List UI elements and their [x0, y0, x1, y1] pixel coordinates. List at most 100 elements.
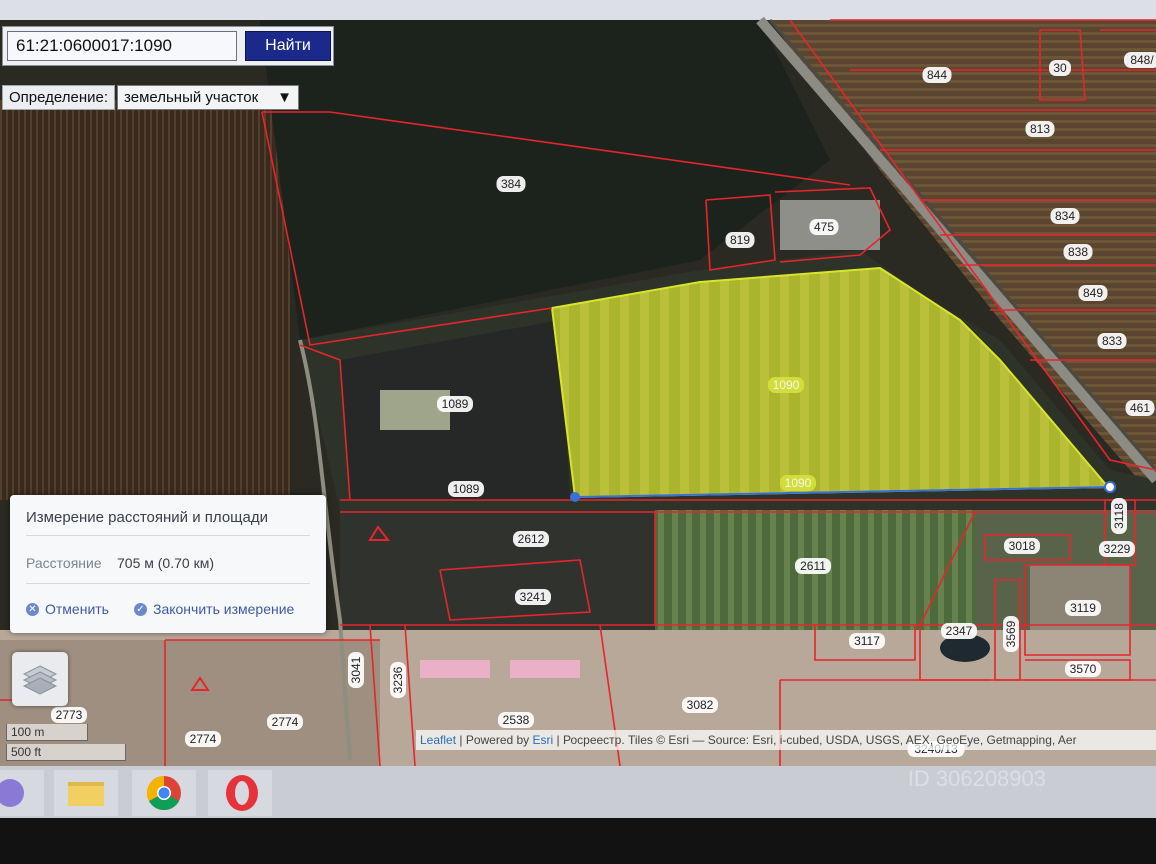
parcel-label-844[interactable]: 844 [922, 67, 952, 83]
cancel-measurement-button[interactable]: ✕ Отменить [26, 601, 109, 617]
parcel-label-2773[interactable]: 2773 [51, 707, 87, 723]
svg-text:30: 30 [1053, 61, 1067, 75]
svg-text:3236: 3236 [391, 666, 405, 693]
watermark: ID 306208903 [907, 766, 1046, 791]
svg-text:2612: 2612 [518, 532, 545, 546]
svg-text:2611: 2611 [800, 559, 826, 573]
parcel-label-2612[interactable]: 2612 [513, 531, 549, 547]
svg-text:838: 838 [1068, 245, 1088, 259]
svg-text:3569: 3569 [1004, 620, 1018, 647]
parcel-label-3018[interactable]: 3018 [1004, 538, 1040, 554]
parcel-label-3229[interactable]: 3229 [1099, 541, 1135, 557]
parcel-label-475[interactable]: 475 [809, 219, 839, 235]
divider [26, 535, 310, 536]
finish-measurement-button[interactable]: ✓ Закончить измерение [134, 601, 294, 617]
parcel-label-813[interactable]: 813 [1025, 121, 1055, 137]
parcel-label-2774[interactable]: 2774 [267, 714, 303, 730]
parcel-label-833[interactable]: 833 [1097, 333, 1127, 349]
svg-text:1089: 1089 [453, 482, 480, 496]
measure-start-point [570, 492, 580, 502]
screen-bezel [0, 818, 1156, 864]
attribution-powered: | Powered by [456, 733, 533, 747]
find-button[interactable]: Найти [245, 31, 331, 61]
esri-link[interactable]: Esri [533, 733, 554, 747]
distance-label: Расстояние [26, 555, 102, 571]
svg-text:3041: 3041 [349, 656, 363, 683]
svg-text:834: 834 [1055, 209, 1075, 223]
parcel-label-3117[interactable]: 3117 [849, 633, 885, 649]
layers-icon [22, 665, 58, 695]
svg-text:3018: 3018 [1009, 539, 1036, 553]
svg-text:1090: 1090 [785, 476, 812, 490]
map-attribution: Leaflet | Powered by Esri | Росреестр. T… [416, 730, 1156, 750]
parcel-label-3041[interactable]: 3041 [348, 652, 364, 688]
layers-button[interactable] [12, 652, 68, 706]
finish-label: Закончить измерение [153, 601, 295, 617]
parcel-label-2774[interactable]: 2774 [185, 731, 221, 747]
svg-text:2347: 2347 [946, 624, 973, 638]
taskbar-app-icon[interactable] [0, 770, 44, 816]
definition-label: Определение: [2, 84, 116, 110]
svg-text:833: 833 [1102, 334, 1122, 348]
parcel-label-849[interactable]: 849 [1078, 285, 1108, 301]
cadastral-number-input[interactable] [7, 31, 237, 61]
svg-text:1089: 1089 [442, 397, 469, 411]
parcel-label-2611[interactable]: 2611 [795, 558, 831, 574]
svg-text:2774: 2774 [190, 732, 217, 746]
svg-text:3229: 3229 [1104, 542, 1131, 556]
svg-text:3241: 3241 [520, 590, 547, 604]
chrome-icon[interactable] [132, 770, 196, 816]
parcel-label-3570[interactable]: 3570 [1065, 661, 1101, 677]
parcel-label-1090[interactable]: 1090 [768, 377, 804, 393]
svg-text:3118: 3118 [1112, 503, 1126, 529]
svg-text:2774: 2774 [272, 715, 299, 729]
svg-text:3119: 3119 [1070, 601, 1096, 615]
parcel-label-3119[interactable]: 3119 [1065, 600, 1101, 616]
svg-text:3117: 3117 [854, 634, 880, 648]
parcel-label-834[interactable]: 834 [1050, 208, 1080, 224]
parcel-label-2538[interactable]: 2538 [498, 712, 534, 728]
parcel-label-30[interactable]: 30 [1049, 60, 1071, 76]
chevron-down-icon: ▼ [277, 88, 293, 106]
parcel-label-384[interactable]: 384 [496, 176, 526, 192]
parcel-label-838[interactable]: 838 [1063, 244, 1093, 260]
measurement-title: Измерение расстояний и площади [26, 509, 268, 526]
parcel-label-3241[interactable]: 3241 [515, 589, 551, 605]
scale-imperial: 500 ft [6, 744, 126, 761]
cancel-icon: ✕ [26, 602, 39, 616]
svg-text:1090: 1090 [773, 378, 800, 392]
svg-text:2538: 2538 [503, 713, 530, 727]
parcel-label-1089[interactable]: 1089 [448, 481, 484, 497]
parcel-label-3118[interactable]: 3118 [1111, 498, 1127, 534]
attribution-sources: | Росреестр. Tiles © Esri — Source: Esri… [553, 733, 1077, 747]
definition-selected-value: земельный участок [124, 88, 259, 106]
parcel-label-2347[interactable]: 2347 [941, 623, 977, 639]
parcel-label-3569[interactable]: 3569 [1003, 616, 1019, 652]
svg-text:849: 849 [1083, 286, 1103, 300]
distance-value: 705 м (0.70 км) [117, 555, 214, 571]
definition-row: Определение: земельный участок ▼ [2, 84, 300, 110]
parcel-label-819[interactable]: 819 [725, 232, 755, 248]
file-explorer-icon[interactable] [54, 770, 118, 816]
check-icon: ✓ [134, 602, 147, 616]
parcel-label-3236[interactable]: 3236 [390, 662, 406, 698]
svg-text:3570: 3570 [1070, 662, 1097, 676]
svg-text:475: 475 [814, 220, 834, 234]
leaflet-link[interactable]: Leaflet [420, 733, 456, 747]
svg-text:2773: 2773 [56, 708, 83, 722]
opera-icon[interactable] [208, 770, 272, 816]
measurement-panel: Измерение расстояний и площади Расстояни… [10, 495, 326, 633]
parcel-label-3082[interactable]: 3082 [682, 697, 718, 713]
svg-text:384: 384 [501, 177, 521, 191]
definition-select[interactable]: земельный участок ▼ [117, 84, 300, 110]
svg-text:844: 844 [927, 68, 947, 82]
parcel-label-461[interactable]: 461 [1125, 400, 1155, 416]
svg-text:461: 461 [1130, 401, 1150, 415]
parcel-label-848-[interactable]: 848/ [1124, 52, 1156, 68]
svg-text:848/: 848/ [1130, 53, 1154, 67]
measure-end-point [1104, 481, 1116, 493]
parcel-label-1090[interactable]: 1090 [780, 475, 816, 491]
svg-text:819: 819 [730, 233, 750, 247]
parcel-label-1089[interactable]: 1089 [437, 396, 473, 412]
svg-text:813: 813 [1030, 122, 1050, 136]
